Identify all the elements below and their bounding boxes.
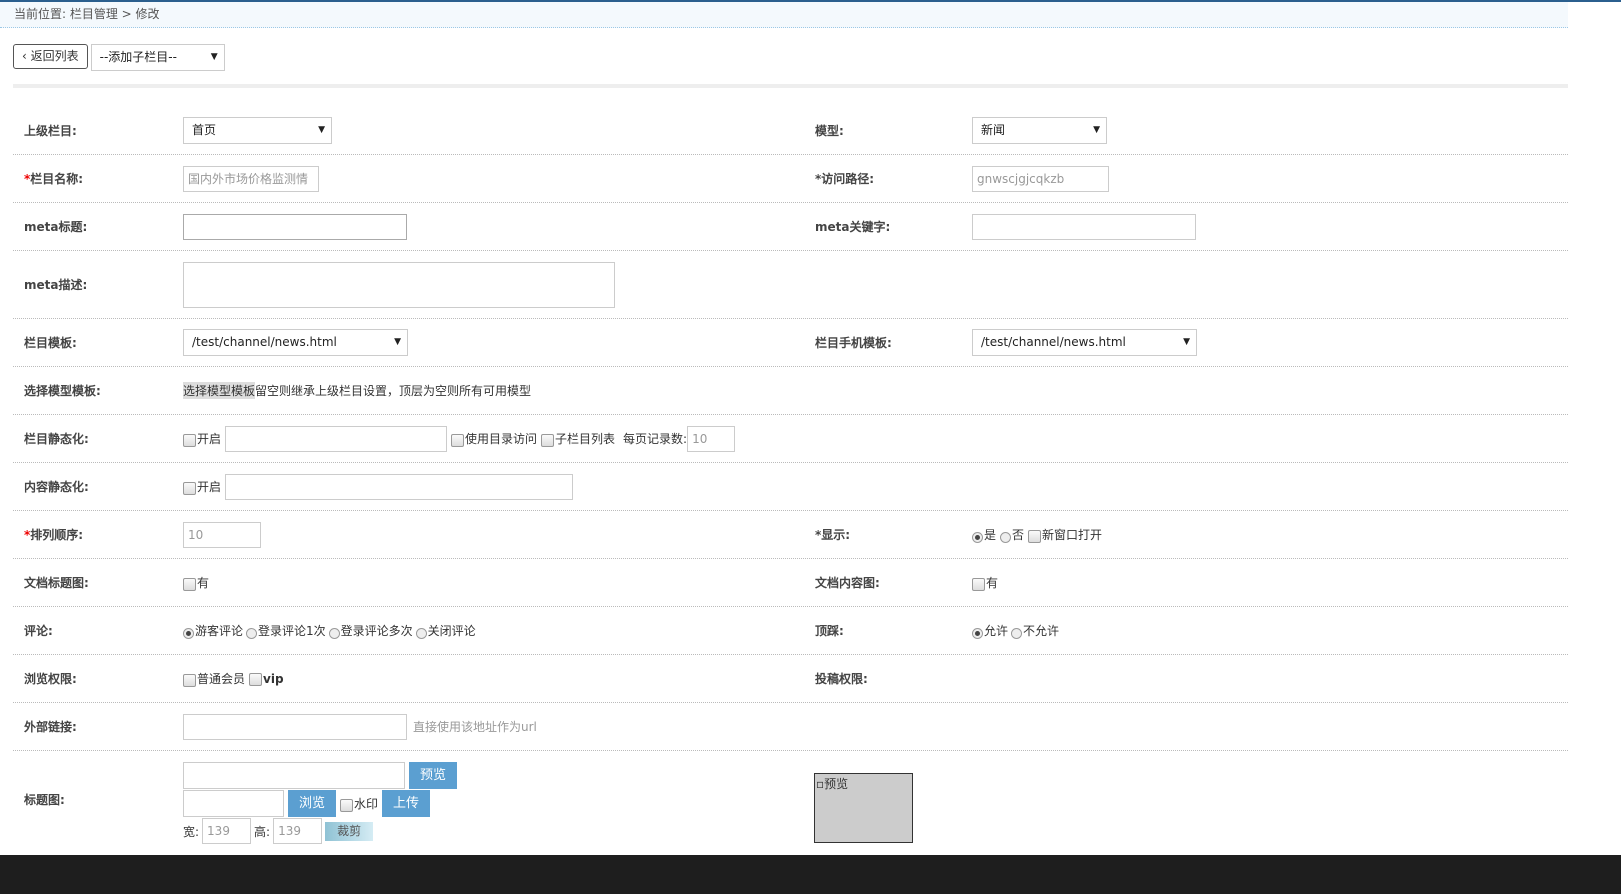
broken-image-icon: ▫ [816,777,825,791]
name-label: 栏目名称: [30,172,84,186]
display-yes-radio[interactable] [972,532,983,543]
model-select[interactable]: 新闻 [972,117,1107,144]
height-label: 高: [254,824,271,839]
per-page-input[interactable]: 10 [687,425,736,452]
content-img-label: 文档内容图: [815,576,880,590]
mobile-template-select[interactable]: /test/channel/news.html [972,329,1197,356]
chevron-left-icon: ‹ [22,49,31,63]
updown-option: 不允许 [1023,624,1060,638]
preview-alt: 预览 [824,777,849,791]
width-input[interactable]: 139 [202,818,252,844]
name-input[interactable]: 国内外市场价格监测情 [183,165,319,192]
image-preview: ▫预览 [814,773,913,843]
meta-title-input[interactable] [183,213,407,240]
meta-desc-label: meta描述: [24,278,88,292]
comment-radio-guest[interactable] [183,628,194,639]
meta-desc-textarea[interactable] [183,261,615,308]
static-label: 栏目静态化: [24,432,89,446]
static-enable-checkbox[interactable] [183,434,196,447]
divider [13,84,1568,88]
comment-option: 关闭评论 [427,624,476,638]
comment-label: 评论: [24,624,53,638]
template-label: 栏目模板: [24,336,77,350]
perm-option: vip [263,671,284,686]
browse-button[interactable]: 浏览 [288,790,337,817]
taskbar [0,855,1621,894]
height-input[interactable]: 139 [273,818,323,844]
content-img-has: 有 [986,576,999,590]
comment-radio-many[interactable] [328,628,340,639]
content-static-enable-label: 开启 [197,480,222,494]
watermark-checkbox[interactable] [340,799,354,812]
title-img-label: 文档标题图: [24,576,89,590]
new-window-checkbox[interactable] [1028,530,1042,543]
comment-option: 登录评论1次 [258,624,326,638]
model-template-hint: 留空则继承上级栏目设置，顶层为空则所有可用模型 [255,384,532,398]
submit-perm-label: 投稿权限: [815,672,868,686]
meta-keywords-label: meta关键字: [815,220,891,234]
updown-label: 顶踩: [815,624,844,638]
external-link-input[interactable] [183,713,407,740]
watermark-label: 水印 [354,797,379,811]
path-input[interactable]: gnwscjgjcqkzb [972,165,1109,192]
parent-label: 上级栏目: [24,124,77,138]
title-img-has: 有 [197,576,210,590]
file-input[interactable] [183,790,284,817]
width-label: 宽: [183,824,200,839]
external-link-hint: 直接使用该地址作为url [413,720,537,734]
updown-allow-radio[interactable] [972,628,983,639]
static-enable-label: 开启 [197,432,222,446]
add-child-select[interactable]: --添加子栏目-- [90,44,225,71]
image-path-input[interactable] [183,762,405,789]
channel-form: 上级栏目: 首页 模型: 新闻 *栏目名称: 国内外市场价格监测情 *访问路径:… [13,107,1568,847]
crop-button[interactable]: 裁剪 [325,821,374,841]
meta-title-label: meta标题: [24,220,88,234]
view-perm-label: 浏览权限: [24,672,77,686]
choose-model-template-link[interactable]: 选择模型模板 [183,382,256,399]
vip-checkbox[interactable] [249,672,263,686]
comment-option: 游客评论 [195,624,244,638]
parent-select[interactable]: 首页 [183,117,332,144]
updown-deny-radio[interactable] [1011,628,1023,639]
content-static-label: 内容静态化: [24,480,89,494]
member-checkbox[interactable] [183,674,196,687]
order-input[interactable]: 10 [183,521,261,548]
external-link-label: 外部链接: [24,720,77,734]
perm-option: 普通会员 [197,672,246,686]
title-img-checkbox[interactable] [183,578,196,591]
template-select[interactable]: /test/channel/news.html [183,329,408,356]
per-page-label: 每页记录数: [623,432,688,446]
back-to-list-button[interactable]: ‹ 返回列表 [13,44,88,69]
preview-button[interactable]: 预览 [409,762,458,789]
meta-keywords-input[interactable] [972,213,1196,240]
content-img-checkbox[interactable] [972,578,985,591]
comment-radio-closed[interactable] [415,628,427,639]
display-label: 显示: [821,528,851,542]
path-label: 访问路径: [821,172,875,186]
sublist-checkbox[interactable] [541,434,555,447]
updown-option: 允许 [984,624,1009,638]
display-yes-label: 是 [984,528,997,542]
sublist-label: 子栏目列表 [555,432,616,446]
model-label: 模型: [815,124,844,138]
back-label: 返回列表 [30,49,79,63]
comment-radio-once[interactable] [246,628,258,639]
content-static-checkbox[interactable] [183,482,196,495]
dir-access-checkbox[interactable] [451,434,465,447]
order-label: 排列顺序: [30,528,84,542]
content-static-input[interactable] [225,473,574,500]
model-template-label: 选择模型模板: [24,384,101,398]
display-no-label: 否 [1012,528,1025,542]
new-window-label: 新窗口打开 [1042,528,1103,542]
mobile-template-label: 栏目手机模板: [815,336,892,350]
dir-access-label: 使用目录访问 [465,432,538,446]
breadcrumb: 当前位置: 栏目管理 > 修改 [0,2,1568,28]
comment-option: 登录评论多次 [340,624,413,638]
title-image-label: 标题图: [24,792,65,807]
display-no-radio[interactable] [1000,532,1012,543]
static-path-input[interactable] [225,425,448,452]
upload-button[interactable]: 上传 [382,790,431,817]
